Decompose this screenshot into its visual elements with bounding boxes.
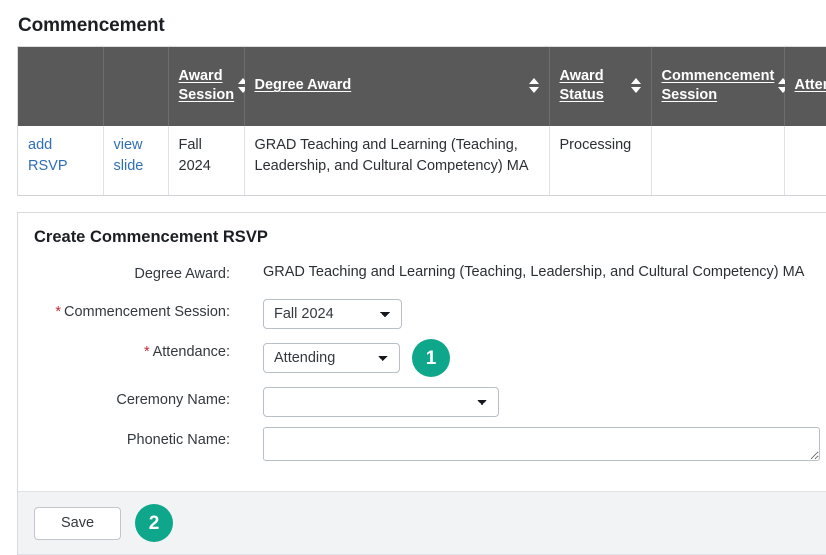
form-footer-bar: Save 2 <box>18 491 826 555</box>
field-row-attendance: * Attendance: Attending 1 <box>18 339 826 377</box>
cell-award-session: Fall 2024 <box>168 124 245 195</box>
control-ceremony-name <box>263 387 499 417</box>
column-header-award-status[interactable]: Award Status <box>549 47 652 125</box>
label-commencement-session-text: Commencement Session: <box>63 304 230 320</box>
field-row-commencement-session: * Commencement Session: Fall 2024 <box>18 299 826 329</box>
phonetic-name-input[interactable] <box>263 427 820 461</box>
add-rsvp-link[interactable]: add RSVP <box>28 137 68 174</box>
label-commencement-session: * Commencement Session: <box>18 299 230 322</box>
cell-commencement-session <box>651 124 785 195</box>
column-header-degree-award-label: Degree Award <box>254 77 352 94</box>
column-header-actions-add <box>18 47 104 125</box>
column-header-attendance[interactable]: Attendance <box>784 47 826 125</box>
table-row: add RSVP view slide Fall 2024 GRAD Teach… <box>18 124 826 195</box>
column-header-award-session[interactable]: Award Session <box>168 47 249 125</box>
column-header-degree-award[interactable]: Degree Award <box>244 47 550 125</box>
label-ceremony-name: Ceremony Name: <box>116 392 230 408</box>
results-table-container: Award Session Degree Award Award Status <box>17 46 826 196</box>
step-badge-2: 2 <box>135 504 174 542</box>
column-header-commencement-session[interactable]: Commencement Session <box>651 47 789 125</box>
field-row-ceremony-name: Ceremony Name: <box>18 387 826 417</box>
sort-arrows-icon[interactable] <box>528 78 540 94</box>
control-phonetic-name <box>263 427 820 461</box>
field-row-degree-award: Degree Award: GRAD Teaching and Learning… <box>18 261 826 289</box>
column-header-actions-view <box>103 47 169 125</box>
column-header-attendance-label: Attendance <box>794 77 826 94</box>
cell-view-slide[interactable]: view slide <box>103 124 169 195</box>
view-slide-link[interactable]: view slide <box>114 137 144 174</box>
results-table-body: add RSVP view slide Fall 2024 GRAD Teach… <box>18 124 826 195</box>
column-header-award-session-label: Award Session <box>178 68 235 103</box>
required-star-icon: * <box>55 304 61 320</box>
control-degree-award: GRAD Teaching and Learning (Teaching, Le… <box>263 261 804 280</box>
value-degree-award: GRAD Teaching and Learning (Teaching, Le… <box>263 264 805 280</box>
label-degree-award: Degree Award: <box>134 266 230 282</box>
cell-attendance <box>784 124 826 195</box>
form-fields: Degree Award: GRAD Teaching and Learning… <box>18 261 826 487</box>
label-phonetic-name: Phonetic Name: <box>126 432 230 448</box>
save-button[interactable]: Save <box>34 506 122 540</box>
page-root: Commencement Award Session Degree Award … <box>0 0 826 555</box>
field-row-phonetic-name: Phonetic Name: <box>18 427 826 461</box>
table-header-row: Award Session Degree Award Award Status <box>18 47 826 125</box>
label-attendance-text: Attendance: <box>152 344 230 360</box>
sort-arrows-icon[interactable] <box>630 78 642 94</box>
column-header-commencement-session-label: Commencement Session <box>661 68 775 103</box>
create-rsvp-panel: Create Commencement RSVP Degree Award: G… <box>17 212 826 555</box>
label-attendance: * Attendance: <box>18 339 230 362</box>
cell-award-status: Processing <box>549 124 652 195</box>
attendance-select[interactable]: Attending <box>263 343 400 373</box>
step-badge-1: 1 <box>412 339 450 377</box>
cell-add-rsvp[interactable]: add RSVP <box>18 124 104 195</box>
form-panel-title: Create Commencement RSVP <box>34 228 268 246</box>
results-table-head: Award Session Degree Award Award Status <box>18 47 826 125</box>
ceremony-name-select[interactable] <box>263 387 499 417</box>
commencement-session-select[interactable]: Fall 2024 <box>263 299 402 329</box>
page-title: Commencement <box>18 15 165 36</box>
column-header-award-status-label: Award Status <box>559 68 604 103</box>
results-table: Award Session Degree Award Award Status <box>18 47 826 195</box>
required-star-icon: * <box>143 344 150 360</box>
control-attendance: Attending 1 <box>263 339 450 377</box>
control-commencement-session: Fall 2024 <box>263 299 402 329</box>
cell-degree-award: GRAD Teaching and Learning (Teaching, Le… <box>244 124 550 195</box>
